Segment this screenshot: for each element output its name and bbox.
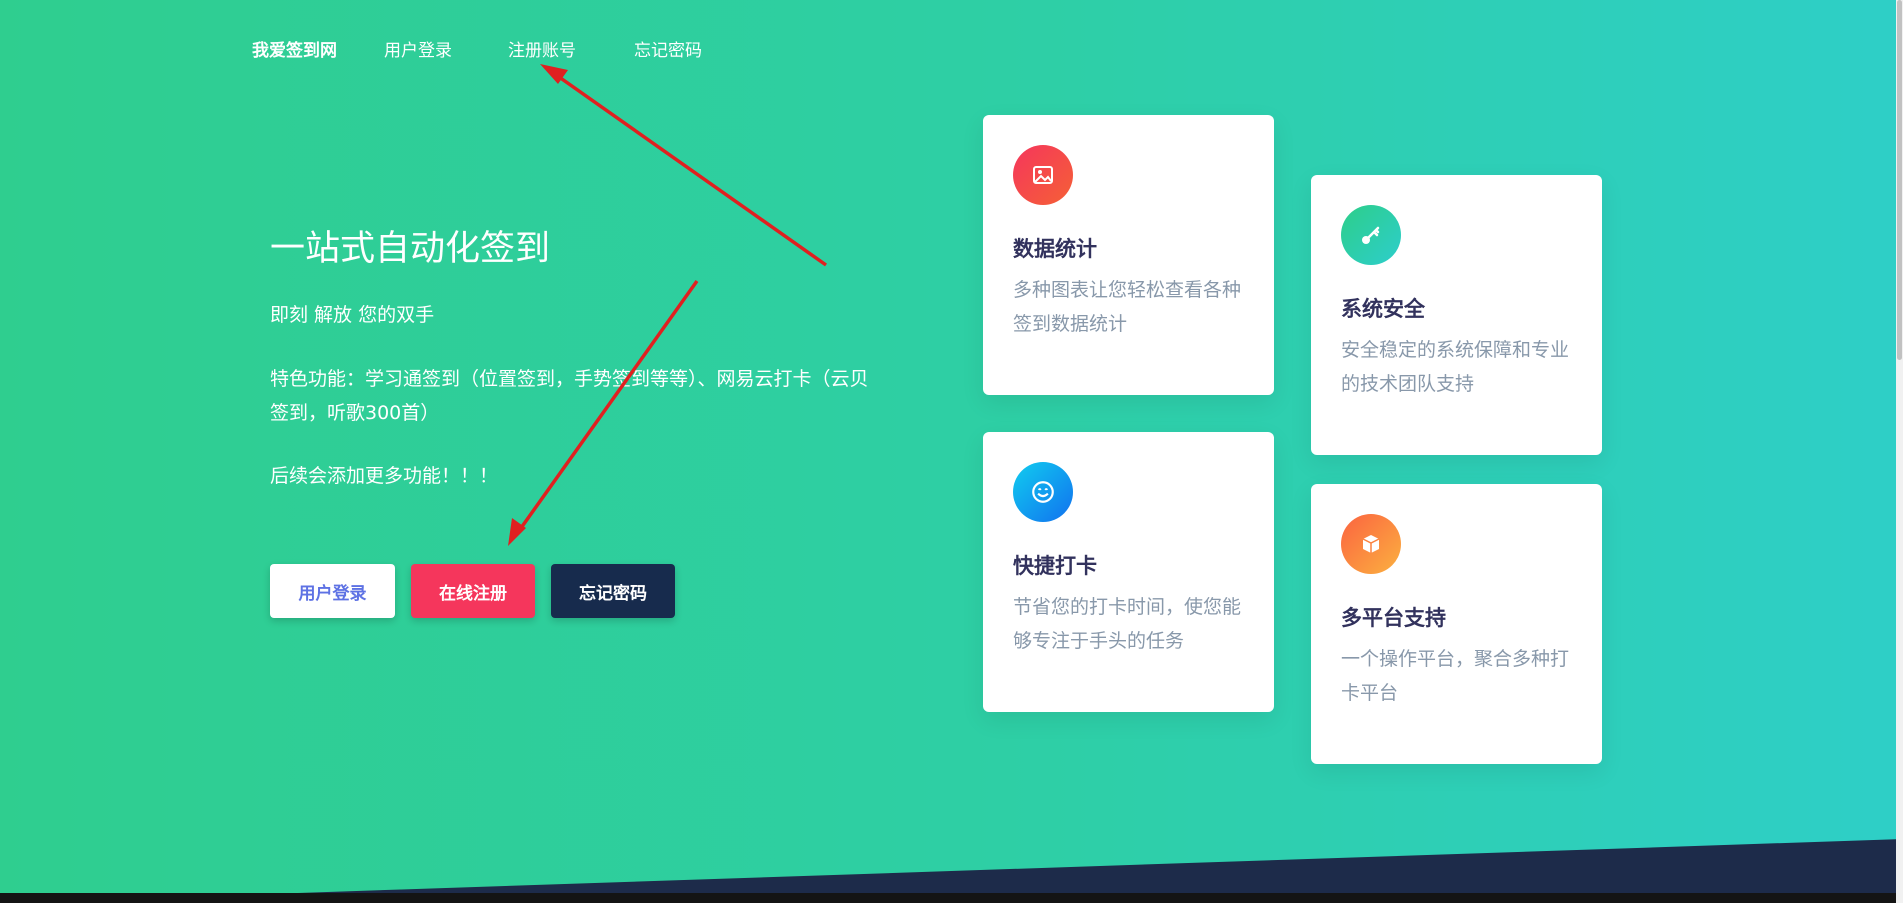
forgot-password-button[interactable]: 忘记密码 xyxy=(551,564,675,618)
key-icon xyxy=(1341,205,1401,265)
smile-icon xyxy=(1013,462,1073,522)
scrollbar-thumb[interactable] xyxy=(1897,0,1902,360)
nav-login-link[interactable]: 用户登录 xyxy=(384,36,452,61)
feature-description: 一个操作平台，聚合多种打卡平台 xyxy=(1341,648,1570,704)
brand-link[interactable]: 我爱签到网 xyxy=(252,36,337,61)
feature-title: 数据统计 xyxy=(1013,237,1097,261)
feature-title: 系统安全 xyxy=(1341,297,1425,321)
hero-features: 特色功能：学习通签到（位置签到，手势签到等等）、网易云打卡（云贝签到，听歌300… xyxy=(270,368,869,424)
feature-title: 快捷打卡 xyxy=(1013,554,1097,578)
page-bottom-strip xyxy=(0,893,1903,903)
feature-title: 多平台支持 xyxy=(1341,606,1446,630)
feature-description: 节省您的打卡时间，使您能够专注于手头的任务 xyxy=(1013,596,1242,652)
nav-register-link[interactable]: 注册账号 xyxy=(508,36,576,61)
hero-more-features: 后续会添加更多功能！！！ xyxy=(270,465,499,487)
login-button[interactable]: 用户登录 xyxy=(270,564,395,618)
nav-forgot-password-link[interactable]: 忘记密码 xyxy=(634,36,702,61)
box-icon xyxy=(1341,514,1401,574)
hero-tagline: 即刻 解放 您的双手 xyxy=(270,304,435,326)
feature-card-multi-platform: 多平台支持 一个操作平台，聚合多种打卡平台 xyxy=(1311,484,1602,764)
hero-background xyxy=(0,0,1903,903)
image-icon xyxy=(1013,145,1073,205)
register-button[interactable]: 在线注册 xyxy=(411,564,535,618)
feature-card-statistics: 数据统计 多种图表让您轻松查看各种签到数据统计 xyxy=(983,115,1274,395)
feature-card-security: 系统安全 安全稳定的系统保障和专业的技术团队支持 xyxy=(1311,175,1602,455)
feature-description: 安全稳定的系统保障和专业的技术团队支持 xyxy=(1341,339,1570,395)
hero-headline: 一站式自动化签到 xyxy=(270,229,551,269)
feature-card-quick-checkin: 快捷打卡 节省您的打卡时间，使您能够专注于手头的任务 xyxy=(983,432,1274,712)
top-navbar: 我爱签到网 用户登录 注册账号 忘记密码 xyxy=(0,36,1903,64)
feature-description: 多种图表让您轻松查看各种签到数据统计 xyxy=(1013,279,1242,335)
